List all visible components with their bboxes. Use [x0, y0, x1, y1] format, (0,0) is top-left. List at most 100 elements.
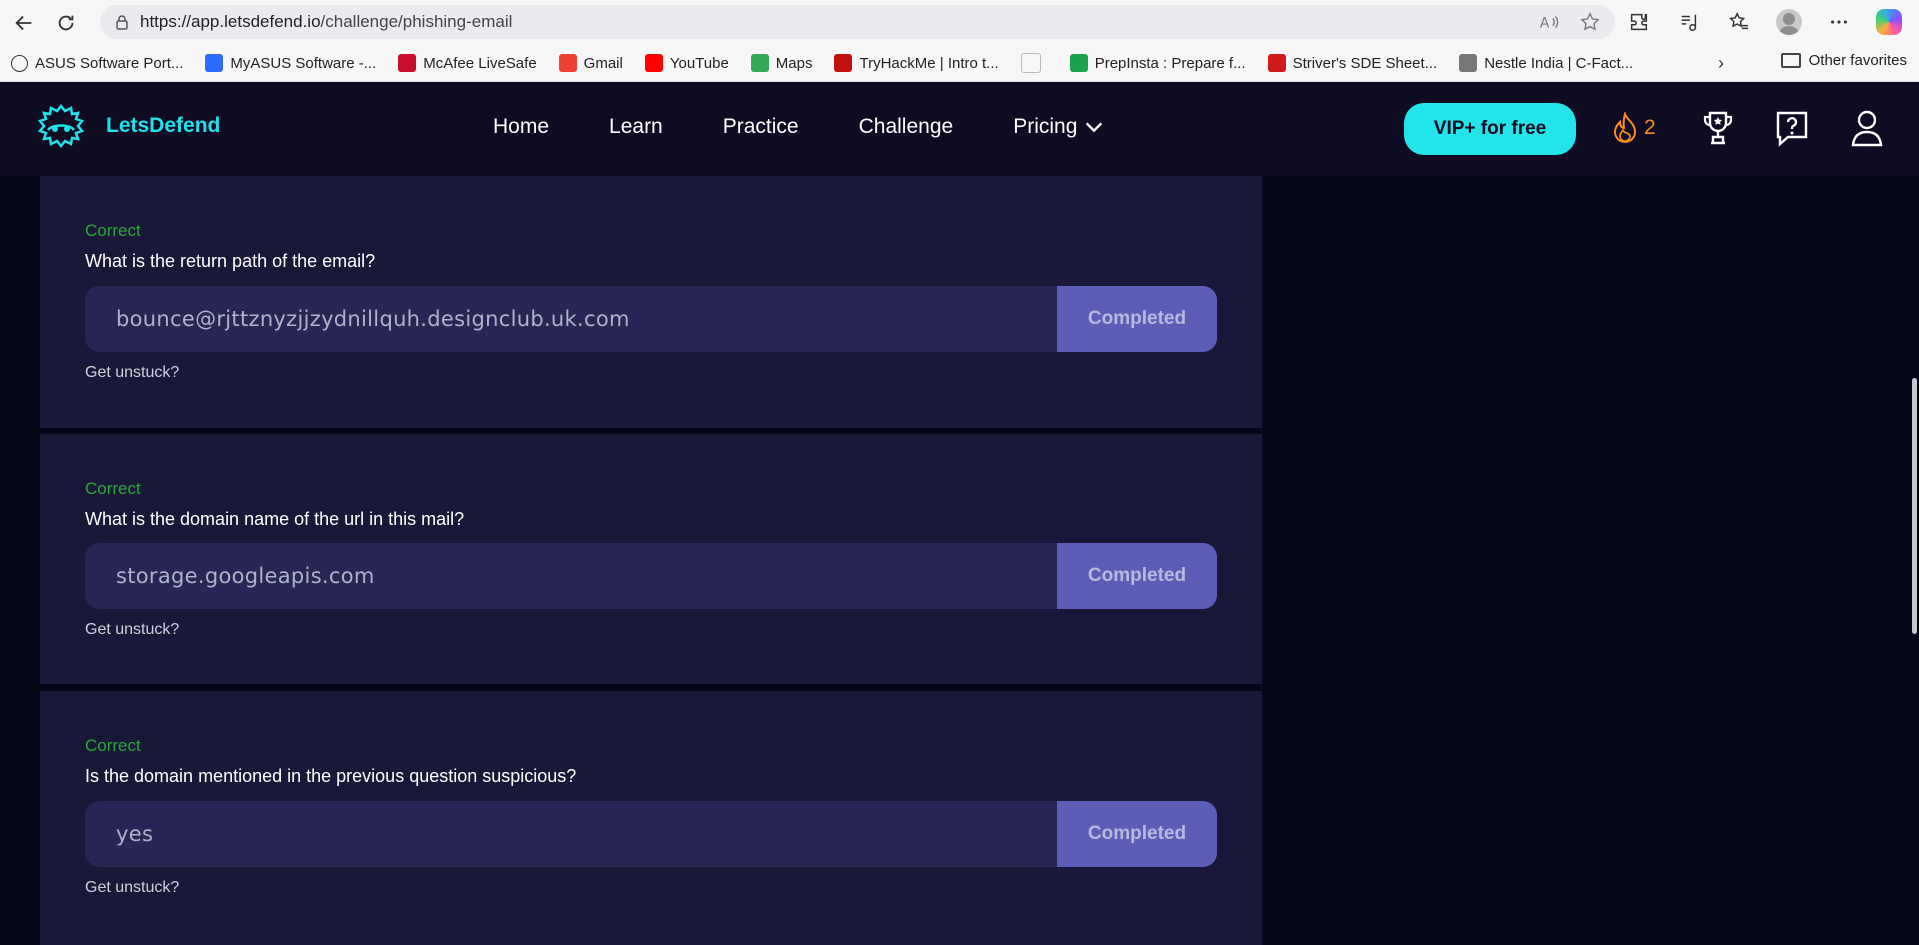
question-card: Correct What is the return path of the e… [40, 176, 1262, 428]
blank-page-icon [1020, 53, 1041, 73]
avatar [1776, 9, 1802, 35]
svg-text:A: A [1540, 16, 1550, 32]
get-unstuck-link[interactable]: Get unstuck? [85, 364, 179, 382]
nav-pricing-label: Pricing [1013, 115, 1078, 138]
nav-home[interactable]: Home [493, 115, 549, 139]
prepinsta-icon [1069, 54, 1088, 72]
challenge-content: Correct What is the return path of the e… [0, 176, 1919, 945]
nestle-icon [1459, 54, 1478, 72]
answer-box: yes Completed [85, 801, 1217, 867]
answer-input[interactable]: yes [85, 801, 1057, 867]
favorite-star-icon[interactable] [1579, 11, 1601, 33]
bookmark-item[interactable]: MyASUS Software -... [194, 54, 387, 72]
status-label: Correct [85, 736, 141, 755]
completed-button[interactable]: Completed [1057, 543, 1217, 609]
answer-input[interactable]: bounce@rjttznyzjjzydnillquh.designclub.u… [85, 286, 1057, 352]
bookmark-item[interactable]: Striver's SDE Sheet... [1257, 54, 1449, 72]
answer-box: bounce@rjttznyzjjzydnillquh.designclub.u… [85, 286, 1217, 352]
nav-learn[interactable]: Learn [609, 115, 663, 139]
favorites-star-icon [1729, 12, 1749, 30]
get-unstuck-link[interactable]: Get unstuck? [85, 879, 179, 897]
nav-pricing[interactable]: Pricing [1013, 115, 1105, 139]
letsdefend-logo-icon [37, 103, 85, 149]
question-bubble-icon [1776, 111, 1808, 147]
back-arrow-icon [15, 15, 32, 30]
vip-button[interactable]: VIP+ for free [1404, 103, 1576, 155]
user-icon [1851, 110, 1883, 147]
nav-practice[interactable]: Practice [723, 115, 799, 139]
question-card: Correct Is the domain mentioned in the p… [40, 691, 1262, 945]
tryhackme-icon [834, 54, 853, 72]
refresh-icon [58, 15, 74, 30]
back-button[interactable] [6, 5, 42, 41]
question-card: Correct What is the domain name of the u… [40, 434, 1262, 684]
bookmark-item[interactable]: ASUS Software Port... [0, 54, 194, 72]
music-note-icon [1681, 14, 1697, 31]
copilot-button[interactable] [1873, 6, 1905, 38]
logo-text: LetsDefend [106, 114, 221, 137]
bookmark-label: MyASUS Software -... [230, 54, 377, 72]
youtube-icon [644, 54, 663, 72]
get-unstuck-link[interactable]: Get unstuck? [85, 621, 179, 639]
nav-learn-label: Learn [609, 115, 663, 138]
lock-icon [116, 15, 128, 30]
profile-button[interactable] [1773, 6, 1805, 38]
bookmark-label: Gmail [583, 54, 623, 72]
bookmark-item[interactable]: Nestle India | C-Fact... [1448, 54, 1644, 72]
tuf-icon [1267, 54, 1286, 72]
bookmark-item[interactable]: TryHackMe | Intro t... [823, 54, 1009, 72]
bookmark-item[interactable]: Gmail [548, 54, 634, 72]
bookmark-item[interactable]: Maps [740, 54, 824, 72]
maps-icon [750, 54, 769, 72]
other-favorites-folder[interactable]: Other favorites [1780, 52, 1907, 69]
nav-practice-label: Practice [722, 115, 799, 138]
completed-button[interactable]: Completed [1057, 286, 1217, 352]
leaderboard-button[interactable] [1700, 108, 1736, 148]
answer-input[interactable]: storage.googleapis.com [85, 543, 1057, 609]
myasus-icon [205, 54, 224, 72]
bookmark-item[interactable] [1010, 53, 1059, 73]
refresh-button[interactable] [48, 5, 84, 41]
extensions-button[interactable] [1623, 6, 1655, 38]
status-label: Correct [85, 221, 141, 240]
nav-challenge-label: Challenge [858, 115, 954, 138]
question-text: What is the domain name of the url in th… [85, 509, 465, 529]
flame-icon [1613, 112, 1637, 143]
bookmark-item[interactable]: YouTube [634, 54, 740, 72]
bookmark-label: PrepInsta : Prepare f... [1094, 54, 1246, 72]
globe-icon [11, 54, 28, 72]
other-favorites-label: Other favorites [1808, 52, 1907, 69]
bookmark-label: Nestle India | C-Fact... [1484, 54, 1634, 72]
media-button[interactable] [1673, 6, 1705, 38]
trophy-icon [1703, 111, 1733, 145]
folder-icon [1780, 53, 1801, 68]
more-button[interactable] [1823, 6, 1855, 38]
logo[interactable]: LetsDefend [30, 102, 220, 150]
bookmarks-overflow-chevron-icon[interactable]: › [1718, 53, 1724, 74]
bookmark-label: Striver's SDE Sheet... [1292, 54, 1438, 72]
streak-counter[interactable]: 2 [1610, 112, 1656, 144]
ellipsis-icon [1831, 20, 1847, 24]
page-scrollbar[interactable] [1912, 378, 1917, 634]
question-text: What is the return path of the email? [85, 251, 376, 271]
read-aloud-icon[interactable]: A [1539, 11, 1561, 33]
bookmark-item[interactable]: McAfee LiveSafe [387, 54, 547, 72]
favorites-button[interactable] [1723, 6, 1755, 38]
bookmark-label: YouTube [669, 54, 729, 72]
nav-home-label: Home [493, 115, 550, 138]
chevron-down-icon [1086, 122, 1103, 133]
app-header: LetsDefend Home Learn Practice Challenge… [0, 82, 1919, 176]
completed-button[interactable]: Completed [1057, 801, 1217, 867]
streak-count: 2 [1644, 116, 1656, 139]
main-nav: Home Learn Practice Challenge Pricing [493, 115, 1165, 139]
browser-toolbar: https://app.letsdefend.io/challenge/phis… [0, 0, 1919, 45]
url-host: https://app.letsdefend.io [140, 12, 321, 31]
bookmark-label: ASUS Software Port... [35, 54, 184, 72]
bookmark-label: McAfee LiveSafe [423, 54, 537, 72]
help-button[interactable] [1774, 108, 1810, 148]
bookmark-item[interactable]: PrepInsta : Prepare f... [1059, 54, 1257, 72]
puzzle-icon [1630, 13, 1648, 31]
nav-challenge[interactable]: Challenge [859, 115, 954, 139]
address-bar[interactable]: https://app.letsdefend.io/challenge/phis… [100, 5, 1615, 39]
account-button[interactable] [1849, 108, 1885, 148]
